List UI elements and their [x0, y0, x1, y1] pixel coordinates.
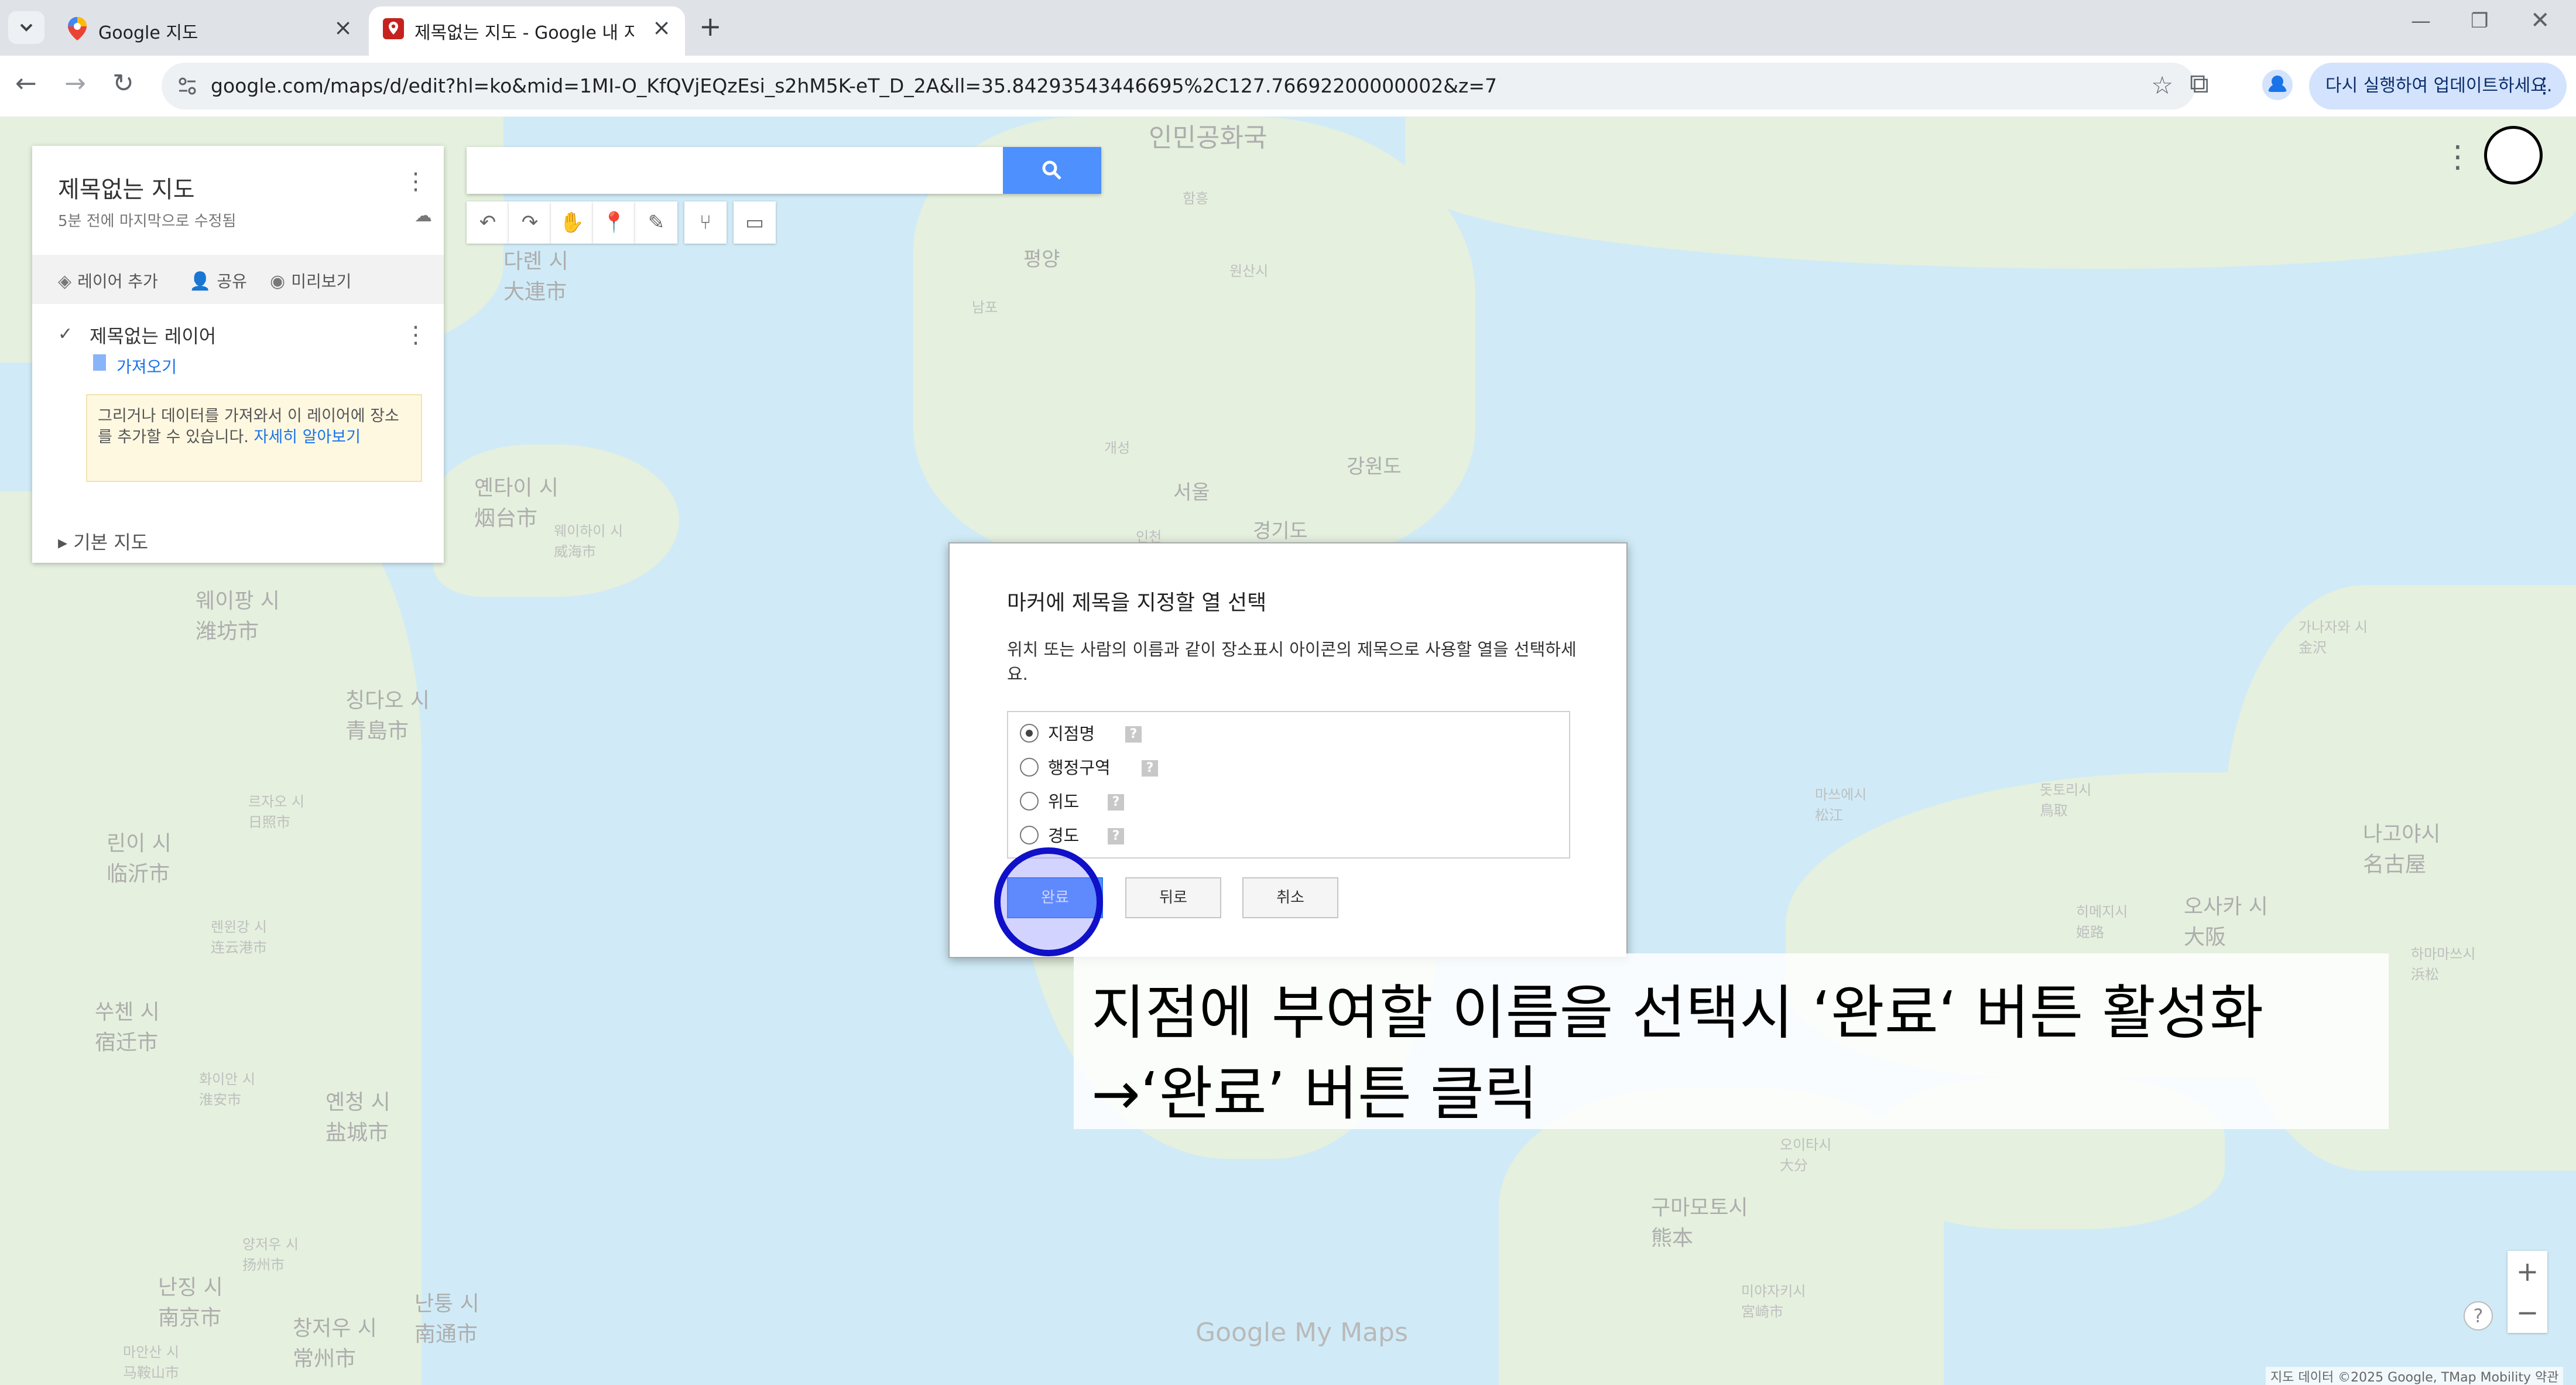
zoom-out-icon[interactable]: −: [2508, 1292, 2547, 1333]
chevron-down-icon: [20, 23, 33, 32]
my-maps-panel: 제목없는 지도 5분 전에 마지막으로 수정됨 ⋮ ☁ ◈ 레이어 추가 👤 공유 …: [32, 146, 444, 563]
help-question-icon[interactable]: ?: [1142, 760, 1158, 777]
update-button-label: 다시 실행하여 업데이트하세요.: [2325, 76, 2553, 96]
saved-status: 5분 전에 마지막으로 수정됨: [58, 213, 237, 230]
cancel-button[interactable]: 취소: [1242, 877, 1338, 918]
my-maps-icon: [383, 18, 404, 39]
redo-icon[interactable]: ↷: [509, 201, 551, 244]
learn-more-link[interactable]: 자세히 알아보기: [254, 428, 360, 446]
radio-unselected[interactable]: [1020, 826, 1039, 844]
layer-name[interactable]: 제목없는 레이어: [90, 322, 216, 348]
forward-icon[interactable]: →: [64, 69, 86, 98]
update-button[interactable]: 다시 실행하여 업데이트하세요. ⋮: [2309, 63, 2567, 110]
browser-tab-bar: Google 지도 × 제목없는 지도 - Google 내 지도 × + — …: [0, 0, 2576, 56]
radio-unselected[interactable]: [1020, 758, 1039, 777]
dialog-title: 마커에 제목을 지정할 열 선택: [1007, 591, 1267, 615]
dialog-description: 위치 또는 사람의 이름과 같이 장소표시 아이콘의 제목으로 사용할 열을 선…: [1007, 640, 1577, 684]
layer-options-icon[interactable]: ⋮: [404, 322, 427, 348]
layer-hint: 그리거나 데이터를 가져와서 이 레이어에 장소를 추가할 수 있습니다. 자세…: [86, 394, 422, 482]
option-label: 행정구역: [1048, 758, 1111, 778]
click-highlight-marker: [994, 847, 1103, 956]
back-button[interactable]: 뒤로: [1125, 877, 1221, 918]
radio-unselected[interactable]: [1020, 792, 1039, 811]
preview-button[interactable]: ◉ 미리보기: [270, 269, 351, 292]
share-button[interactable]: 👤 공유: [189, 269, 247, 292]
back-icon[interactable]: ←: [15, 69, 37, 98]
map-options-icon[interactable]: ⋮: [404, 168, 427, 195]
map-credit: 지도 데이터 ©2025 Google, TMap Mobility 약관: [2266, 1367, 2564, 1385]
map-search: [467, 147, 1101, 194]
tab-google-maps[interactable]: Google 지도 ×: [53, 6, 366, 56]
pan-hand-icon[interactable]: ✋: [551, 201, 593, 244]
close-icon[interactable]: ×: [334, 15, 352, 40]
undo-icon[interactable]: ↶: [467, 201, 509, 244]
new-tab-icon[interactable]: +: [699, 11, 722, 42]
tab-title: Google 지도: [98, 23, 198, 43]
preview-label: 미리보기: [291, 272, 352, 291]
search-icon: [1042, 160, 1061, 180]
browser-toolbar: ← → ↻ google.com/maps/d/edit?hl=ko&mid=1…: [0, 56, 2576, 117]
cloud-saved-icon: ☁: [415, 206, 432, 226]
ruler-icon[interactable]: ▭: [734, 201, 776, 244]
layers-icon: ◈: [58, 271, 72, 292]
add-layer-button[interactable]: ◈ 레이어 추가: [58, 269, 158, 292]
panel-actions: ◈ 레이어 추가 👤 공유 ◉ 미리보기: [32, 255, 444, 304]
google-my-maps-logo: Google My Maps: [1195, 1318, 1408, 1348]
restore-icon[interactable]: ❐: [2471, 9, 2488, 33]
google-maps-pin-icon: [68, 17, 87, 40]
option-label: 위도: [1048, 792, 1080, 812]
window-close-icon[interactable]: ✕: [2530, 7, 2550, 34]
zoom-in-icon[interactable]: +: [2508, 1251, 2547, 1292]
address-bar[interactable]: google.com/maps/d/edit?hl=ko&mid=1MI-O_K…: [162, 63, 2195, 110]
draw-line-icon[interactable]: ✎: [635, 201, 677, 244]
more-vert-icon: ⋮: [2534, 74, 2555, 98]
column-options: 지점명 ? 행정구역 ? 위도 ? 경도 ?: [1007, 711, 1570, 859]
search-input[interactable]: [467, 147, 1003, 194]
import-link[interactable]: 가져오기: [117, 354, 177, 378]
file-icon: [93, 354, 106, 371]
directions-icon[interactable]: ⑂: [684, 201, 727, 244]
eye-icon: ◉: [270, 271, 286, 292]
option-label: 지점명: [1048, 724, 1095, 744]
tab-title: 제목없는 지도 - Google 내 지도: [415, 23, 634, 43]
help-icon[interactable]: ?: [2464, 1301, 2493, 1331]
profile-avatar[interactable]: [2262, 70, 2293, 100]
add-marker-icon[interactable]: 📍: [593, 201, 635, 244]
share-label: 공유: [217, 272, 247, 291]
radio-selected[interactable]: [1020, 724, 1039, 743]
help-question-icon[interactable]: ?: [1108, 794, 1124, 811]
option-label: 경도: [1048, 826, 1080, 846]
caption-line-1: 지점에 부여할 이름을 선택시 ‘완료‘ 버튼 활성화: [1091, 979, 2264, 1047]
person-add-icon: 👤: [189, 271, 211, 292]
layer-checkbox[interactable]: ✓: [58, 324, 76, 344]
reload-icon[interactable]: ↻: [112, 69, 134, 98]
close-icon[interactable]: ×: [652, 15, 671, 40]
search-button[interactable]: [1003, 147, 1101, 194]
bookmark-star-icon[interactable]: ☆: [2151, 71, 2173, 100]
basemap-label: 기본 지도: [73, 531, 149, 553]
map-title[interactable]: 제목없는 지도: [58, 170, 195, 204]
extensions-icon[interactable]: ⧉: [2190, 67, 2209, 100]
url-text: google.com/maps/d/edit?hl=ko&mid=1MI-O_K…: [211, 74, 1497, 97]
caption-line-2: →‘완료’ 버튼 클릭: [1091, 1059, 1538, 1128]
tab-search-button[interactable]: [8, 11, 44, 44]
help-question-icon[interactable]: ?: [1125, 726, 1142, 743]
site-settings-icon[interactable]: [176, 74, 199, 98]
account-circle[interactable]: [2484, 126, 2543, 184]
tutorial-caption: 지점에 부여할 이름을 선택시 ‘완료‘ 버튼 활성화 →‘완료’ 버튼 클릭: [1074, 953, 2389, 1129]
add-layer-label: 레이어 추가: [77, 272, 158, 291]
help-question-icon[interactable]: ?: [1108, 828, 1124, 844]
tab-my-maps[interactable]: 제목없는 지도 - Google 내 지도 ×: [369, 6, 685, 56]
minimize-icon[interactable]: —: [2411, 9, 2431, 33]
zoom-control: + −: [2508, 1251, 2547, 1333]
basemap-toggle[interactable]: ▸ 기본 지도: [58, 528, 148, 555]
